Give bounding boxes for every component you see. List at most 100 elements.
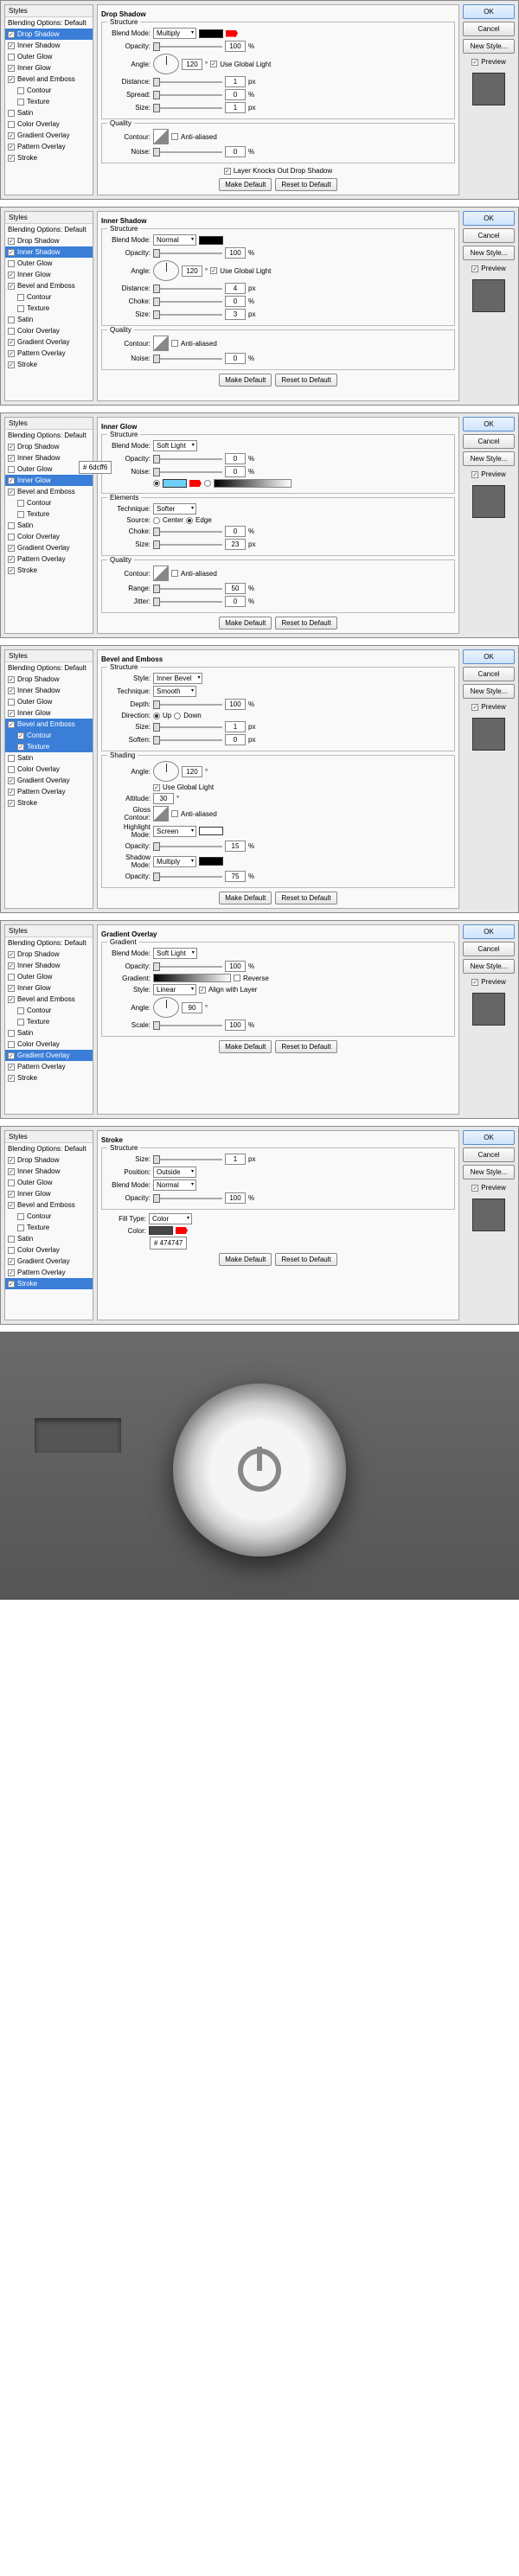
style-item-texture[interactable]: Texture — [5, 96, 93, 107]
style-checkbox-texture[interactable] — [17, 1224, 24, 1231]
style-checkbox-satin[interactable] — [8, 1236, 15, 1243]
style-checkbox-gradientOverlay[interactable] — [8, 1052, 15, 1059]
style-checkbox-stroke[interactable] — [8, 361, 15, 368]
style-item-innerGlow[interactable]: Inner Glow — [5, 475, 93, 486]
depth-slider[interactable] — [153, 704, 222, 706]
angle-input[interactable]: 120 — [182, 265, 202, 277]
cancel-button[interactable]: Cancel — [463, 434, 515, 449]
make-default-button[interactable]: Make Default — [219, 374, 272, 387]
style-item-satin[interactable]: Satin — [5, 752, 93, 764]
style-checkbox-colorOverlay[interactable] — [8, 328, 15, 335]
style-item-innerShadow[interactable]: Inner Shadow — [5, 685, 93, 696]
reset-default-button[interactable]: Reset to Default — [275, 374, 336, 387]
ok-button[interactable]: OK — [463, 417, 515, 431]
style-checkbox-bevelEmboss[interactable] — [8, 996, 15, 1003]
style-checkbox-satin[interactable] — [8, 316, 15, 323]
style-checkbox-innerShadow[interactable] — [8, 962, 15, 969]
noise-slider[interactable] — [153, 471, 222, 473]
style-item-patternOverlay[interactable]: Pattern Overlay — [5, 786, 93, 797]
style-item-bevelEmboss[interactable]: Bevel and Emboss — [5, 486, 93, 497]
distance-slider[interactable] — [153, 288, 222, 290]
ok-button[interactable]: OK — [463, 924, 515, 939]
style-item-patternOverlay[interactable]: Pattern Overlay — [5, 553, 93, 565]
style-item-gradientOverlay[interactable]: Gradient Overlay — [5, 542, 93, 553]
style-item-patternOverlay[interactable]: Pattern Overlay — [5, 1267, 93, 1278]
style-checkbox-patternOverlay[interactable] — [8, 144, 15, 150]
style-item-innerShadow[interactable]: Inner Shadow — [5, 1166, 93, 1177]
style-item-outerGlow[interactable]: Outer Glow — [5, 1177, 93, 1188]
style-item-stroke[interactable]: Stroke — [5, 359, 93, 370]
style-item-dropShadow[interactable]: Drop Shadow — [5, 949, 93, 960]
highlight-swatch[interactable] — [199, 827, 223, 835]
blending-options-item[interactable]: Blending Options: Default — [5, 430, 93, 441]
spread-slider[interactable] — [153, 301, 222, 303]
s-opacity-input[interactable]: 75 — [225, 871, 246, 882]
h-opacity-input[interactable]: 15 — [225, 841, 246, 852]
reverse-checkbox[interactable] — [234, 975, 240, 981]
style-item-patternOverlay[interactable]: Pattern Overlay — [5, 141, 93, 152]
blending-options-item[interactable]: Blending Options: Default — [5, 17, 93, 29]
style-item-colorOverlay[interactable]: Color Overlay — [5, 325, 93, 336]
color-swatch[interactable] — [149, 1226, 173, 1235]
style-item-innerGlow[interactable]: Inner Glow — [5, 62, 93, 74]
choke-slider[interactable] — [153, 531, 222, 533]
style-item-patternOverlay[interactable]: Pattern Overlay — [5, 1061, 93, 1072]
angle-input[interactable]: 90 — [182, 1002, 202, 1013]
opacity-input[interactable]: 100 — [225, 41, 246, 52]
style-checkbox-patternOverlay[interactable] — [8, 789, 15, 796]
distance-input[interactable]: 4 — [225, 283, 246, 294]
style-checkbox-patternOverlay[interactable] — [8, 1269, 15, 1276]
size-input[interactable]: 23 — [225, 539, 246, 550]
style-checkbox-patternOverlay[interactable] — [8, 350, 15, 357]
style-checkbox-texture[interactable] — [17, 511, 24, 518]
soften-input[interactable]: 0 — [225, 734, 246, 745]
new-style-button[interactable]: New Style... — [463, 451, 515, 466]
style-checkbox-outerGlow[interactable] — [8, 974, 15, 981]
style-item-outerGlow[interactable]: Outer Glow — [5, 258, 93, 269]
make-default-button[interactable]: Make Default — [219, 892, 272, 904]
make-default-button[interactable]: Make Default — [219, 617, 272, 630]
style-checkbox-gradientOverlay[interactable] — [8, 545, 15, 552]
style-item-satin[interactable]: Satin — [5, 1233, 93, 1244]
choke-input[interactable]: 0 — [225, 526, 246, 537]
style-checkbox-outerGlow[interactable] — [8, 54, 15, 61]
style-checkbox-gradientOverlay[interactable] — [8, 132, 15, 139]
down-radio[interactable] — [174, 713, 181, 719]
gradient-picker[interactable] — [214, 479, 292, 488]
style-checkbox-colorOverlay[interactable] — [8, 121, 15, 128]
style-checkbox-bevelEmboss[interactable] — [8, 489, 15, 495]
style-item-colorOverlay[interactable]: Color Overlay — [5, 531, 93, 542]
style-item-satin[interactable]: Satin — [5, 520, 93, 531]
color-swatch[interactable] — [163, 479, 187, 488]
global-light-checkbox[interactable] — [153, 784, 160, 791]
new-style-button[interactable]: New Style... — [463, 959, 515, 974]
style-item-contour[interactable]: Contour — [5, 730, 93, 741]
jitter-input[interactable]: 0 — [225, 596, 246, 607]
reset-default-button[interactable]: Reset to Default — [275, 178, 336, 191]
style-item-contour[interactable]: Contour — [5, 1005, 93, 1016]
style-checkbox-bevelEmboss[interactable] — [8, 283, 15, 290]
angle-dial[interactable] — [153, 260, 179, 281]
style-item-texture[interactable]: Texture — [5, 303, 93, 314]
style-checkbox-contour[interactable] — [17, 732, 24, 739]
style-checkbox-innerShadow[interactable] — [8, 455, 15, 462]
style-checkbox-colorOverlay[interactable] — [8, 1041, 15, 1048]
style-item-colorOverlay[interactable]: Color Overlay — [5, 1039, 93, 1050]
align-checkbox[interactable] — [199, 987, 206, 994]
style-checkbox-innerGlow[interactable] — [8, 1191, 15, 1198]
style-item-colorOverlay[interactable]: Color Overlay — [5, 1244, 93, 1256]
style-item-dropShadow[interactable]: Drop Shadow — [5, 235, 93, 246]
soften-slider[interactable] — [153, 739, 222, 741]
blend-mode-dropdown[interactable]: Soft Light — [153, 440, 197, 451]
style-checkbox-texture[interactable] — [17, 99, 24, 105]
style-item-contour[interactable]: Contour — [5, 85, 93, 96]
style-item-bevelEmboss[interactable]: Bevel and Emboss — [5, 74, 93, 85]
style-checkbox-innerGlow[interactable] — [8, 65, 15, 72]
style-checkbox-stroke[interactable] — [8, 567, 15, 574]
style-checkbox-gradientOverlay[interactable] — [8, 1258, 15, 1265]
style-checkbox-outerGlow[interactable] — [8, 260, 15, 267]
style-item-outerGlow[interactable]: Outer Glow — [5, 51, 93, 62]
new-style-button[interactable]: New Style... — [463, 246, 515, 260]
edge-radio[interactable] — [186, 517, 193, 524]
cancel-button[interactable]: Cancel — [463, 1147, 515, 1162]
